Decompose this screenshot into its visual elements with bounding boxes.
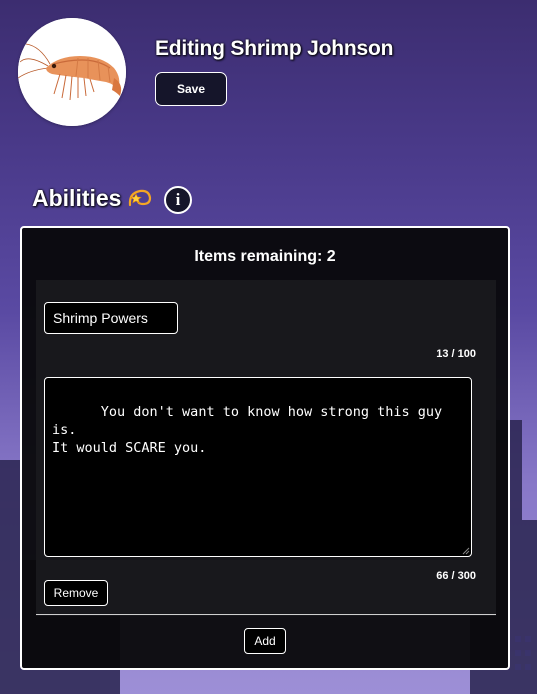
add-ability-button[interactable]: Add — [244, 628, 286, 654]
abilities-panel: Items remaining: 2 Shrimp Powers 13 / 10… — [20, 226, 510, 670]
resize-handle-icon[interactable] — [460, 545, 470, 555]
info-button[interactable]: i — [164, 186, 192, 214]
ability-description-text: You don't want to know how strong this g… — [52, 404, 443, 456]
description-char-counter: 66 / 300 — [436, 570, 476, 582]
name-char-counter: 13 / 100 — [436, 348, 476, 360]
divider — [36, 614, 496, 615]
character-avatar[interactable] — [18, 18, 126, 126]
ability-item-card: Shrimp Powers 13 / 100 You don't want to… — [36, 280, 496, 616]
ability-description-textarea[interactable]: You don't want to know how strong this g… — [44, 377, 472, 557]
abilities-title: Abilities — [32, 184, 122, 211]
items-remaining-label: Items remaining: 2 — [194, 248, 336, 265]
ability-name-input[interactable]: Shrimp Powers — [44, 302, 178, 334]
save-button[interactable]: Save — [155, 72, 227, 106]
abilities-section-header: Abilities — [32, 183, 153, 213]
dizzy-star-emoji-icon — [129, 189, 152, 207]
remove-ability-button[interactable]: Remove — [44, 580, 108, 606]
page-title: Editing Shrimp Johnson — [155, 37, 394, 60]
shrimp-image — [18, 18, 126, 126]
